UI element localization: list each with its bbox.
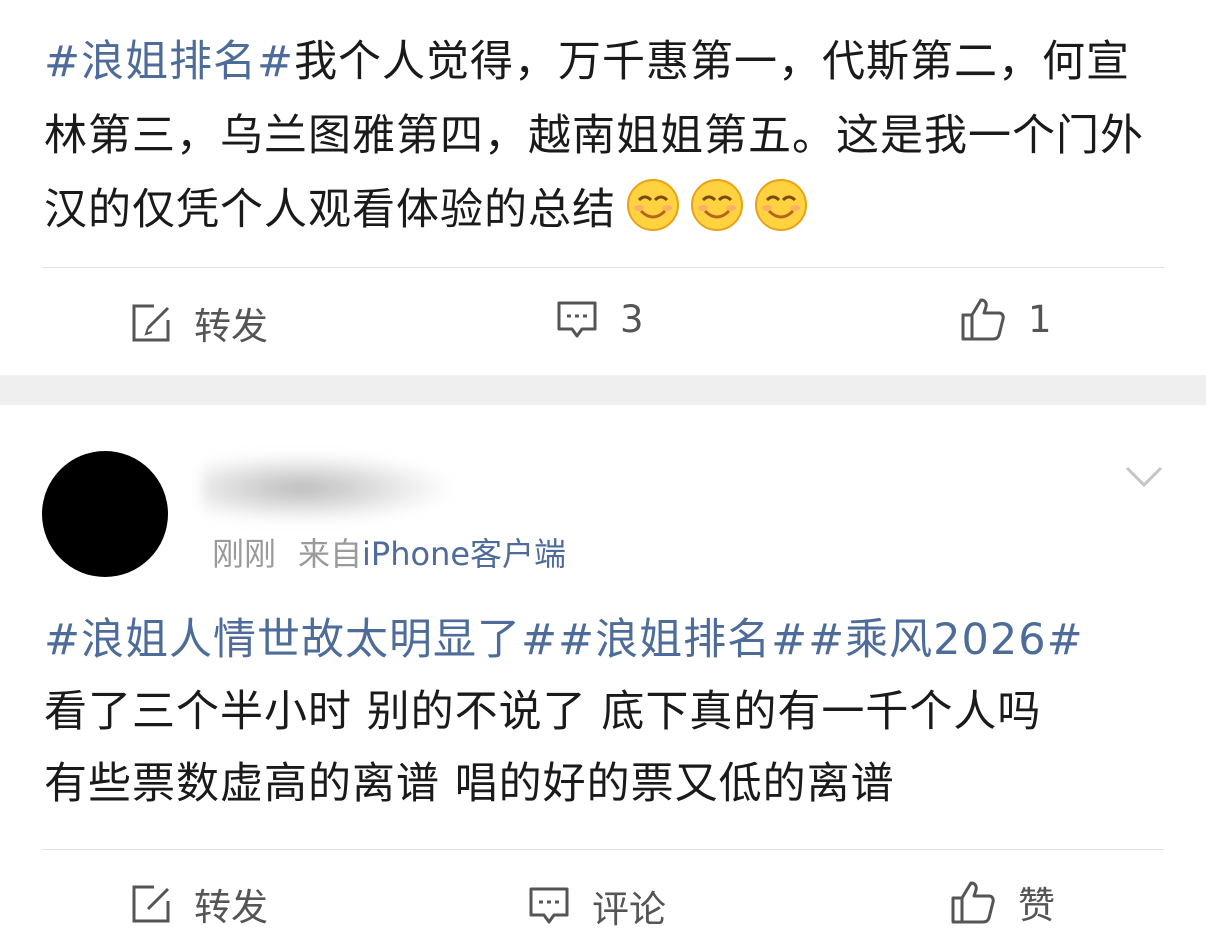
topic-links[interactable]: #浪姐人情世故太明显了##浪姐排名##乘风2026# [44, 615, 1084, 665]
post-1-text: #浪姐排名#我个人觉得，万千惠第一，代斯第二，何宣林第三，乌兰图雅第四，越南姐姐… [44, 25, 1166, 247]
action-bar-divider [42, 849, 1164, 850]
action-bar-divider [42, 267, 1164, 268]
like-button[interactable]: 赞 [950, 875, 1055, 929]
repost-label: 转发 [194, 886, 268, 929]
post-2-topics[interactable]: #浪姐人情世故太明显了##浪姐排名##乘风2026# [44, 603, 1166, 677]
comment-icon [529, 887, 569, 924]
repost-button[interactable]: 转发 [130, 877, 268, 931]
comment-button[interactable]: 3 [556, 298, 644, 341]
chevron-down-icon[interactable] [1124, 465, 1164, 489]
repost-icon [132, 885, 170, 923]
post-2-body-line-2: 有些票数虚高的离谱 唱的好的票又低的离谱 [44, 759, 895, 809]
username-blurred[interactable] [202, 453, 452, 523]
comment-label: 评论 [592, 888, 666, 931]
smiling-face-icon [627, 179, 679, 231]
post-2-body-line-1: 看了三个半小时 别的不说了 底下真的有一千个人吗 [44, 687, 1042, 737]
post-source[interactable]: iPhone客户端 [362, 535, 566, 573]
like-count: 1 [1028, 297, 1052, 341]
like-button[interactable]: 1 [960, 296, 1052, 342]
thumbs-up-icon [951, 881, 995, 924]
post-card-2: 刚刚 来自iPhone客户端 #浪姐人情世故太明显了##浪姐排名##乘风2026#… [0, 405, 1206, 931]
smiling-face-icon [755, 179, 807, 231]
post-card-1: #浪姐排名#我个人觉得，万千惠第一，代斯第二，何宣林第三，乌兰图雅第四，越南姐姐… [0, 0, 1206, 375]
topic-link-langjie-ranking[interactable]: #浪姐排名# [44, 37, 294, 87]
post-time: 刚刚 [212, 535, 277, 573]
avatar[interactable] [42, 451, 168, 577]
repost-icon [132, 304, 170, 342]
post-meta: 刚刚 来自iPhone客户端 [212, 529, 566, 575]
like-label: 赞 [1018, 884, 1055, 927]
thumbs-up-icon [961, 298, 1005, 341]
feed-separator [0, 375, 1206, 405]
repost-button[interactable]: 转发 [130, 296, 268, 350]
comment-button[interactable]: 评论 [528, 879, 666, 933]
comment-count: 3 [620, 298, 644, 341]
post-source-prefix: 来自 [298, 535, 363, 573]
comment-icon [557, 301, 597, 337]
smiling-face-icon [691, 179, 743, 231]
repost-label: 转发 [194, 305, 268, 348]
